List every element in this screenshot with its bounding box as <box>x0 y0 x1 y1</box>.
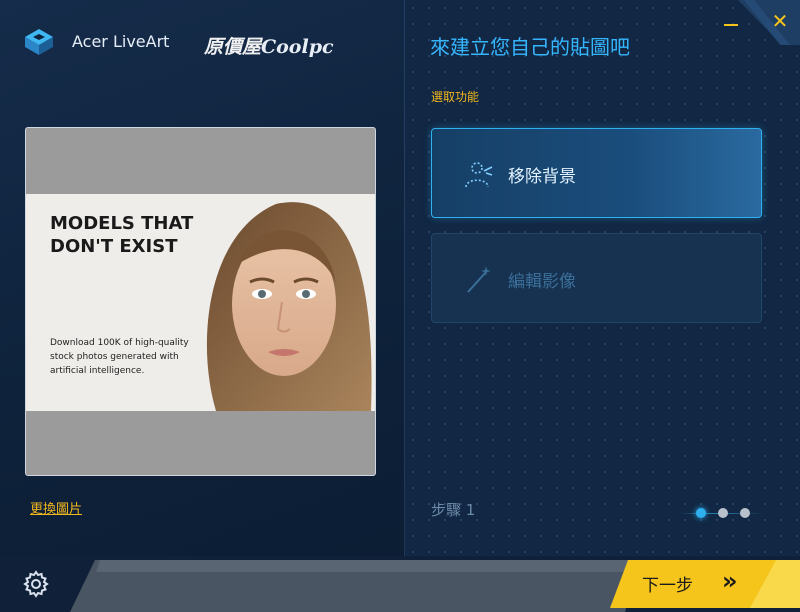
option-label: 移除背景 <box>508 167 576 187</box>
remove-background-option[interactable]: 移除背景 <box>431 128 762 218</box>
app-window: Acer LiveArt 原價屋Coolpc ✕ MODELS THAT DON… <box>0 0 800 612</box>
brand-suffix: Coolpc <box>261 36 334 58</box>
app-name: Acer LiveArt <box>72 32 170 51</box>
image-preview: MODELS THAT DON'T EXIST Download 100K of… <box>25 127 376 476</box>
edit-image-option[interactable]: 編輯影像 <box>431 233 762 323</box>
portrait-photo <box>206 202 372 411</box>
brand-watermark: 原價屋Coolpc <box>204 32 334 59</box>
magic-wand-icon <box>467 266 491 293</box>
next-button[interactable]: 下一步 <box>642 571 693 596</box>
remove-background-icon <box>465 162 493 188</box>
ad-body-text: Download 100K of high-quality stock phot… <box>50 338 189 376</box>
gear-icon[interactable] <box>22 570 50 598</box>
panel-headline: 來建立您自己的貼圖吧 <box>430 35 630 59</box>
pager-dot <box>718 508 728 518</box>
minimize-icon[interactable] <box>724 14 738 28</box>
preview-ad-image: MODELS THAT DON'T EXIST Download 100K of… <box>26 194 375 411</box>
pager-dot <box>740 508 750 518</box>
step-indicator: 步驟 1 <box>431 501 476 519</box>
option-label: 編輯影像 <box>508 272 576 292</box>
acer-liveart-logo-icon <box>25 29 53 55</box>
close-icon[interactable]: ✕ <box>770 10 790 32</box>
next-button-shape <box>610 560 800 608</box>
pager-dots <box>680 506 764 520</box>
pager-dot-active <box>696 508 706 518</box>
brand-prefix: 原價屋 <box>204 36 262 58</box>
pane-divider <box>404 0 405 556</box>
double-chevron-right-icon[interactable]: » <box>722 567 738 595</box>
change-image-link[interactable]: 更換圖片 <box>30 498 82 517</box>
section-label: 選取功能 <box>431 90 480 104</box>
